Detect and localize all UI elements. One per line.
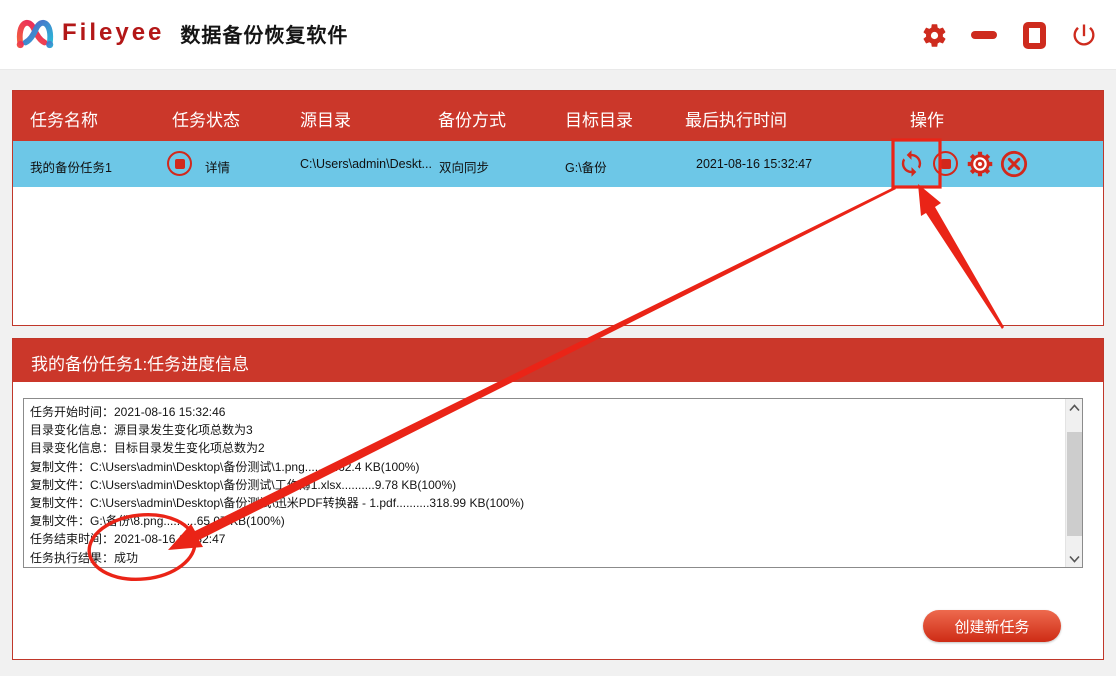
progress-panel-title: 我的备份任务1:任务进度信息 xyxy=(31,350,249,375)
column-header-target-dir: 目标目录 xyxy=(565,106,633,131)
scroll-up-button[interactable] xyxy=(1066,399,1083,416)
task-settings-button[interactable] xyxy=(965,149,994,178)
chevron-up-icon xyxy=(1069,404,1080,412)
fileyee-logo-icon xyxy=(14,13,56,53)
logo-text: Fileyee xyxy=(62,19,164,47)
sync-now-button[interactable] xyxy=(897,149,926,178)
column-header-actions: 操作 xyxy=(910,106,944,131)
log-line: 复制文件：G:\备份\8.png..........65.07 KB(100%) xyxy=(30,512,1059,530)
scrollbar-thumb[interactable] xyxy=(1067,432,1082,536)
sync-icon xyxy=(897,149,926,178)
source-dir-cell: C:\Users\admin\Deskt... xyxy=(300,157,432,171)
task-name-cell: 我的备份任务1 xyxy=(30,157,112,176)
power-icon xyxy=(1070,21,1098,49)
last-run-cell: 2021-08-16 15:32:47 xyxy=(696,157,812,171)
title-bar: Fileyee 数据备份恢复软件 xyxy=(0,0,1116,70)
target-dir-cell: G:\备份 xyxy=(565,157,607,176)
log-line: 任务结束时间：2021-08-16 15:32:47 xyxy=(30,530,1059,548)
task-table-panel: 任务名称 任务状态 源目录 备份方式 目标目录 最后执行时间 操作 我的备份任务… xyxy=(12,90,1104,326)
minimize-icon xyxy=(971,31,997,39)
stop-square xyxy=(941,159,951,169)
close-circle-icon xyxy=(1000,150,1028,178)
log-line: 目录变化信息：目标目录发生变化项总数为2 xyxy=(30,439,1059,457)
scroll-down-button[interactable] xyxy=(1066,550,1083,567)
task-status-stop-icon xyxy=(167,151,192,176)
gear-outline-icon xyxy=(966,150,994,178)
stop-icon xyxy=(933,151,958,176)
maximize-icon xyxy=(1023,22,1046,49)
chevron-down-icon xyxy=(1069,555,1080,563)
column-header-source-dir: 源目录 xyxy=(300,106,351,131)
maximize-button[interactable] xyxy=(1020,20,1048,50)
backup-mode-cell: 双向同步 xyxy=(439,157,489,176)
log-scrollbar[interactable] xyxy=(1065,399,1082,567)
column-header-backup-mode: 备份方式 xyxy=(438,106,506,131)
gear-icon xyxy=(921,22,948,49)
window-controls xyxy=(920,0,1098,70)
task-actions xyxy=(897,149,1028,178)
progress-panel-header: 我的备份任务1:任务进度信息 xyxy=(13,339,1103,382)
logo: Fileyee 数据备份恢复软件 xyxy=(14,13,348,53)
log-line: 任务开始时间：2021-08-16 15:32:46 xyxy=(30,403,1059,421)
log-line: 复制文件：C:\Users\admin\Desktop\备份测试\工作簿1.xl… xyxy=(30,476,1059,494)
column-header-last-run: 最后执行时间 xyxy=(685,106,787,131)
task-row[interactable]: 我的备份任务1 详情 C:\Users\admin\Deskt... 双向同步 … xyxy=(13,141,1103,187)
column-header-task-status: 任务状态 xyxy=(172,106,240,131)
delete-task-button[interactable] xyxy=(999,149,1028,178)
stop-task-button[interactable] xyxy=(931,149,960,178)
progress-panel: 我的备份任务1:任务进度信息 任务开始时间：2021-08-16 15:32:4… xyxy=(12,338,1104,660)
column-header-task-name: 任务名称 xyxy=(30,106,98,131)
table-header-row: 任务名称 任务状态 源目录 备份方式 目标目录 最后执行时间 操作 xyxy=(13,91,1103,141)
task-log[interactable]: 任务开始时间：2021-08-16 15:32:46 目录变化信息：源目录发生变… xyxy=(23,398,1083,568)
task-details-link[interactable]: 详情 xyxy=(205,157,230,176)
app-title: 数据备份恢复软件 xyxy=(180,19,348,48)
stop-square xyxy=(175,159,185,169)
minimize-button[interactable] xyxy=(970,20,998,50)
close-button[interactable] xyxy=(1070,20,1098,50)
log-line: 复制文件：C:\Users\admin\Desktop\备份测试\1.png..… xyxy=(30,458,1059,476)
log-line: 任务执行结果：成功 xyxy=(30,549,1059,567)
log-lines: 任务开始时间：2021-08-16 15:32:46 目录变化信息：源目录发生变… xyxy=(24,401,1065,568)
log-line: 复制文件：C:\Users\admin\Desktop\备份测试\迅米PDF转换… xyxy=(30,494,1059,512)
log-line: 目录变化信息：源目录发生变化项总数为3 xyxy=(30,421,1059,439)
settings-button[interactable] xyxy=(920,20,948,50)
create-new-task-button[interactable]: 创建新任务 xyxy=(923,610,1061,642)
